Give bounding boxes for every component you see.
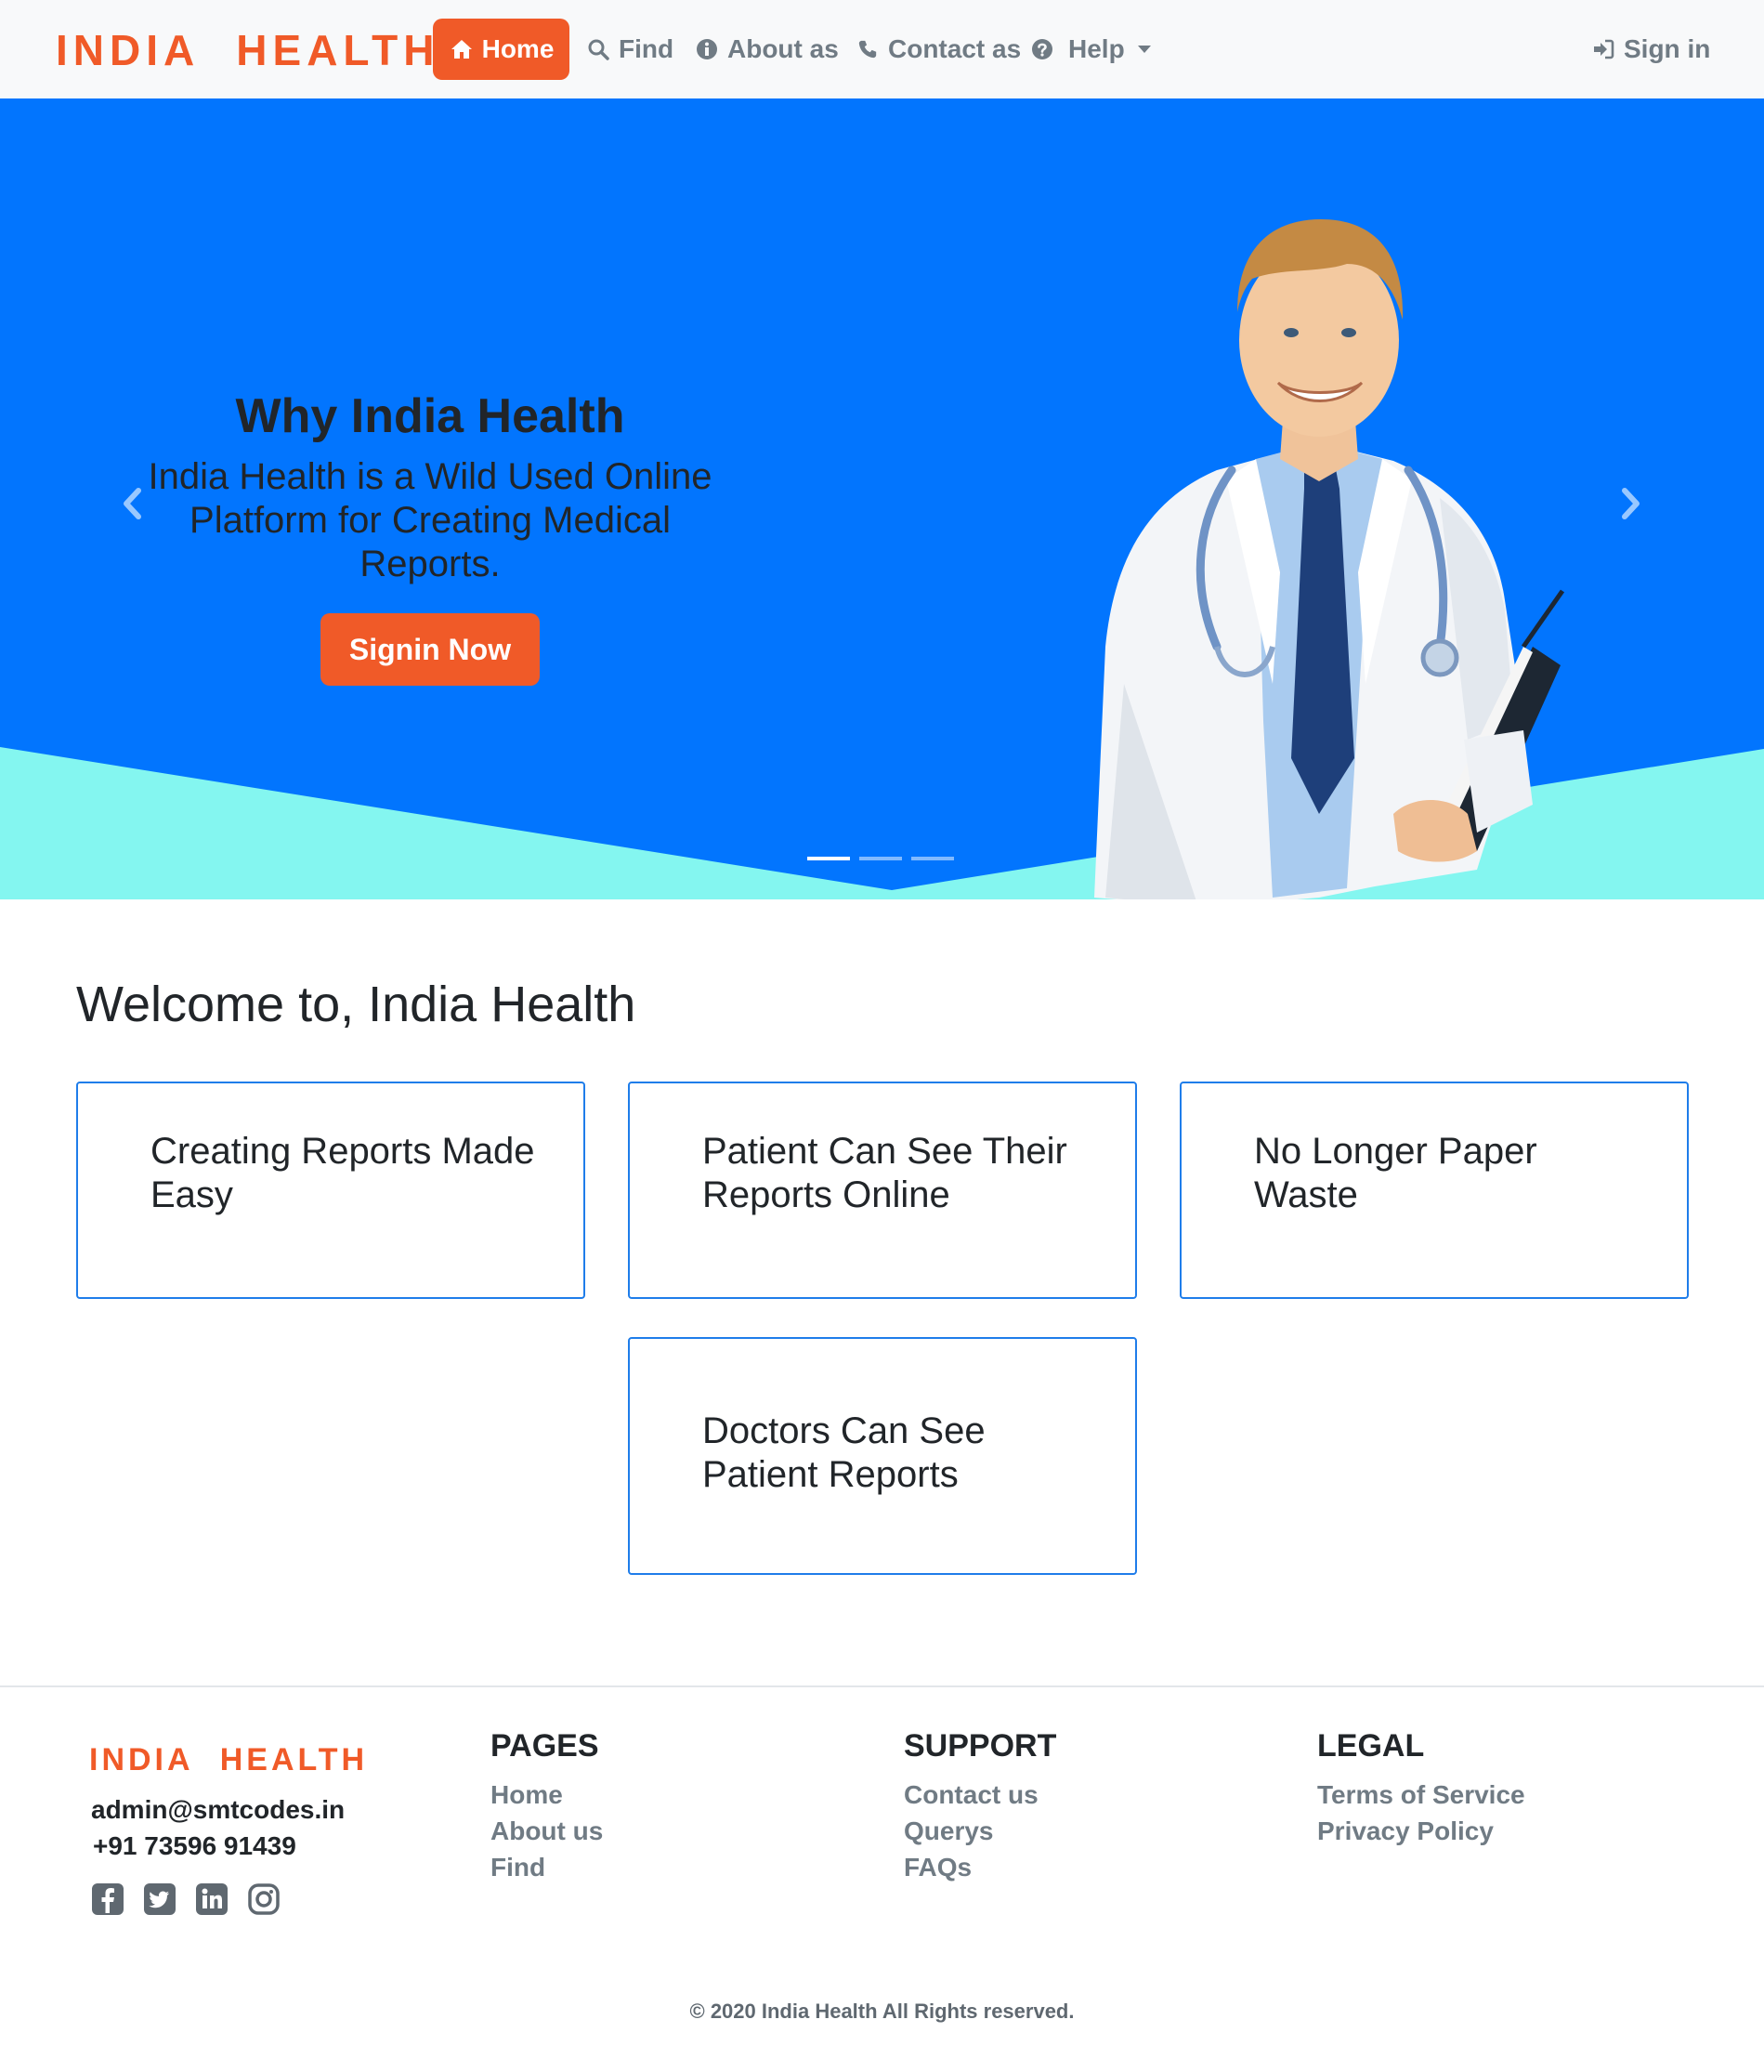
twitter-icon[interactable] <box>143 1882 176 1916</box>
feature-card-text: Creating Reports Made Easy <box>150 1131 535 1215</box>
linkedin-icon[interactable] <box>195 1882 229 1916</box>
nav-home-link[interactable]: Home <box>433 19 569 80</box>
carousel-indicator-2[interactable] <box>859 857 902 860</box>
question-circle-icon <box>1029 36 1055 62</box>
nav-signin-label: Sign in <box>1624 34 1711 63</box>
brand-logo[interactable]: INDIA HEALTH <box>56 24 439 76</box>
hero-carousel: Why India Health India Health is a Wild … <box>0 98 1764 899</box>
footer-link-querys[interactable]: Querys <box>904 1813 1056 1849</box>
feature-card: Patient Can See Their Reports Online <box>628 1082 1137 1299</box>
search-icon <box>585 36 611 62</box>
doctor-image <box>1094 219 1565 899</box>
footer-link-find[interactable]: Find <box>490 1849 603 1885</box>
footer-pages-title: PAGES <box>490 1728 599 1764</box>
feature-card: Doctors Can See Patient Reports <box>628 1337 1137 1575</box>
nav-contact-link[interactable]: Contact as <box>855 19 1021 80</box>
footer-link-about[interactable]: About us <box>490 1813 603 1849</box>
signin-now-button[interactable]: Signin Now <box>320 613 540 686</box>
nav-about-label: About as <box>727 34 839 63</box>
feature-card-text: Patient Can See Their Reports Online <box>702 1131 1067 1215</box>
footer-brand-logo[interactable]: INDIA HEALTH <box>89 1741 368 1778</box>
footer-link-contact[interactable]: Contact us <box>904 1777 1056 1813</box>
nav-contact-label: Contact as <box>888 34 1022 63</box>
social-links <box>91 1882 281 1916</box>
feature-card-text: Doctors Can See Patient Reports <box>702 1410 986 1495</box>
footer-link-privacy[interactable]: Privacy Policy <box>1317 1813 1525 1849</box>
carousel-indicators <box>807 857 954 860</box>
nav-signin-link[interactable]: Sign in <box>1590 19 1710 80</box>
footer-link-faqs[interactable]: FAQs <box>904 1849 1056 1885</box>
nav-find-label: Find <box>619 34 674 63</box>
nav-find-link[interactable]: Find <box>585 19 673 80</box>
info-circle-icon <box>694 36 720 62</box>
footer-legal-column: LEGAL Terms of Service Privacy Policy <box>1317 1726 1525 1849</box>
welcome-title: Welcome to, India Health <box>76 977 636 1032</box>
carousel-indicator-1[interactable] <box>807 857 850 860</box>
nav-about-link[interactable]: About as <box>694 19 839 80</box>
carousel-indicator-3[interactable] <box>911 857 954 860</box>
phone-icon <box>855 36 881 62</box>
hero-title: Why India Health <box>235 389 625 443</box>
footer-email[interactable]: admin@smtcodes.in <box>91 1793 345 1827</box>
footer-phone[interactable]: +91 73596 91439 <box>93 1829 296 1863</box>
nav-home-label: Home <box>481 34 555 63</box>
hero-subtitle: India Health is a Wild Used Online Platf… <box>148 456 712 584</box>
feature-card: No Longer Paper Waste <box>1180 1082 1689 1299</box>
chevron-down-icon <box>1137 46 1151 53</box>
footer-divider <box>0 1685 1764 1687</box>
footer-link-home[interactable]: Home <box>490 1777 603 1813</box>
carousel-next-button[interactable] <box>1613 478 1650 533</box>
sign-in-icon <box>1590 36 1616 62</box>
top-navbar: INDIA HEALTH Home Find About as Contact … <box>0 0 1764 98</box>
copyright-text: © 2020 India Health All Rights reserved. <box>689 2000 1075 2023</box>
carousel-prev-button[interactable] <box>113 478 150 533</box>
footer-support-column: SUPPORT Contact us Querys FAQs <box>904 1726 1056 1885</box>
chevron-left-icon <box>122 488 142 523</box>
footer-legal-title: LEGAL <box>1317 1728 1425 1764</box>
feature-card-text: No Longer Paper Waste <box>1254 1131 1537 1215</box>
nav-help-label: Help <box>1068 34 1125 63</box>
footer-pages-column: PAGES Home About us Find <box>490 1726 603 1885</box>
footer-link-terms[interactable]: Terms of Service <box>1317 1777 1525 1813</box>
footer-support-title: SUPPORT <box>904 1728 1057 1764</box>
nav-help-dropdown[interactable]: Help <box>1029 19 1151 80</box>
instagram-icon[interactable] <box>247 1882 281 1916</box>
facebook-icon[interactable] <box>91 1882 124 1916</box>
feature-card: Creating Reports Made Easy <box>76 1082 585 1299</box>
chevron-right-icon <box>1621 488 1641 523</box>
home-icon <box>449 36 475 62</box>
